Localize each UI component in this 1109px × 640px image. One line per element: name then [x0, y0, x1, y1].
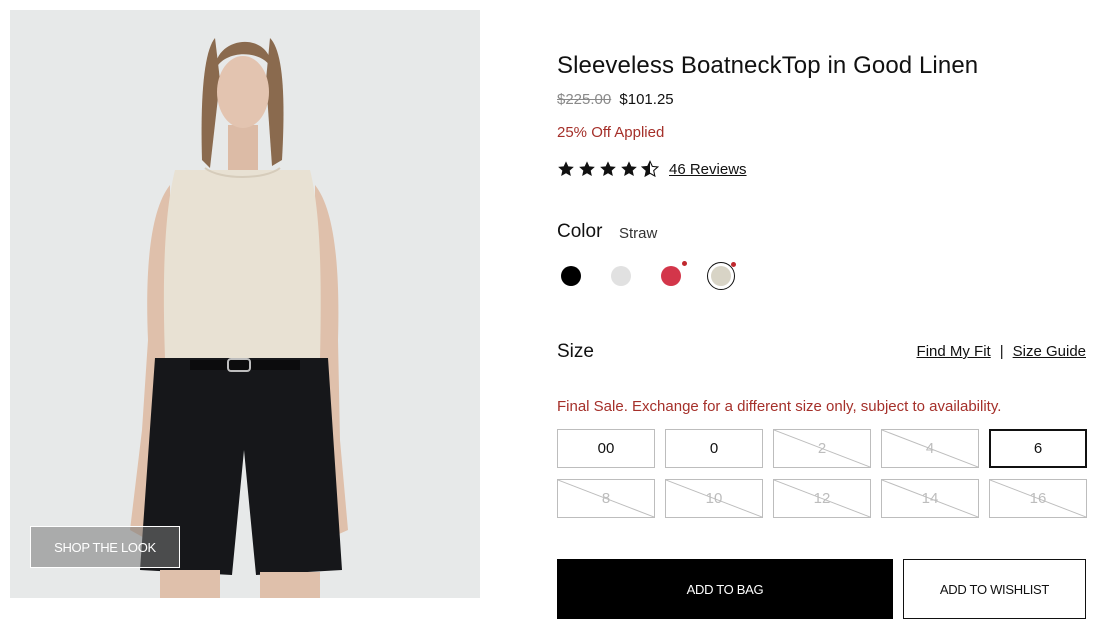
original-price: $225.00: [557, 91, 612, 108]
find-my-fit-link[interactable]: Find My Fit: [917, 343, 991, 360]
half-star-icon: [641, 160, 659, 178]
shop-the-look-button[interactable]: SHOP THE LOOK: [30, 526, 180, 568]
link-separator: |: [999, 343, 1004, 360]
unavailable-slash-icon: [882, 480, 978, 517]
rating: 46 Reviews: [557, 160, 747, 178]
size-options: 00 0 2 4 6 8 10 12 14 16: [557, 429, 1087, 518]
sale-price: $101.25: [619, 91, 674, 108]
add-to-bag-button[interactable]: ADD TO BAG: [557, 559, 893, 619]
star-icon: [600, 161, 616, 177]
size-option-8[interactable]: 8: [557, 479, 655, 518]
unavailable-slash-icon: [990, 480, 1086, 517]
unavailable-slash-icon: [558, 480, 654, 517]
model-photo: [10, 10, 480, 598]
sale-dot-icon: [731, 262, 736, 267]
product-title: Sleeveless BoatneckTop in Good Linen: [557, 52, 979, 79]
size-option-0[interactable]: 0: [665, 429, 763, 468]
unavailable-slash-icon: [882, 430, 978, 467]
color-swatches: [557, 261, 736, 290]
star-rating: [557, 160, 659, 178]
size-option-label: 00: [597, 440, 615, 457]
unavailable-slash-icon: [774, 430, 870, 467]
add-to-wishlist-button[interactable]: ADD TO WISHLIST: [903, 559, 1086, 619]
reviews-link[interactable]: 46 Reviews: [669, 161, 747, 178]
swatch-black-circle: [561, 266, 581, 286]
size-label: Size: [557, 341, 594, 362]
size-option-14[interactable]: 14: [881, 479, 979, 518]
swatch-red[interactable]: [657, 261, 687, 290]
size-option-label: 6: [1033, 440, 1043, 457]
product-image[interactable]: SHOP THE LOOK: [10, 10, 480, 598]
size-option-12[interactable]: 12: [773, 479, 871, 518]
size-option-16[interactable]: 16: [989, 479, 1087, 518]
size-option-label: 0: [709, 440, 719, 457]
size-guide-link[interactable]: Size Guide: [1013, 343, 1086, 360]
swatch-straw-circle: [711, 266, 731, 286]
size-option-2[interactable]: 2: [773, 429, 871, 468]
fit-links: Find My Fit | Size Guide: [917, 343, 1086, 360]
sale-dot-icon: [682, 261, 687, 266]
color-label: Color: [557, 221, 603, 242]
discount-label: 25% Off Applied: [557, 124, 665, 141]
final-sale-notice: Final Sale. Exchange for a different siz…: [557, 398, 1002, 415]
unavailable-slash-icon: [774, 480, 870, 517]
swatch-red-circle: [661, 266, 681, 286]
selected-color-name: Straw: [619, 225, 658, 242]
star-icon: [621, 161, 637, 177]
size-option-6[interactable]: 6: [989, 429, 1087, 468]
size-option-10[interactable]: 10: [665, 479, 763, 518]
star-icon: [579, 161, 595, 177]
swatch-black[interactable]: [557, 262, 585, 290]
star-icon: [558, 161, 574, 177]
size-option-00[interactable]: 00: [557, 429, 655, 468]
price-row: $225.00 $101.25: [557, 91, 674, 108]
unavailable-slash-icon: [666, 480, 762, 517]
swatch-light-gray-circle: [611, 266, 631, 286]
swatch-straw[interactable]: [707, 262, 736, 290]
swatch-light-gray[interactable]: [607, 262, 635, 290]
size-option-4[interactable]: 4: [881, 429, 979, 468]
